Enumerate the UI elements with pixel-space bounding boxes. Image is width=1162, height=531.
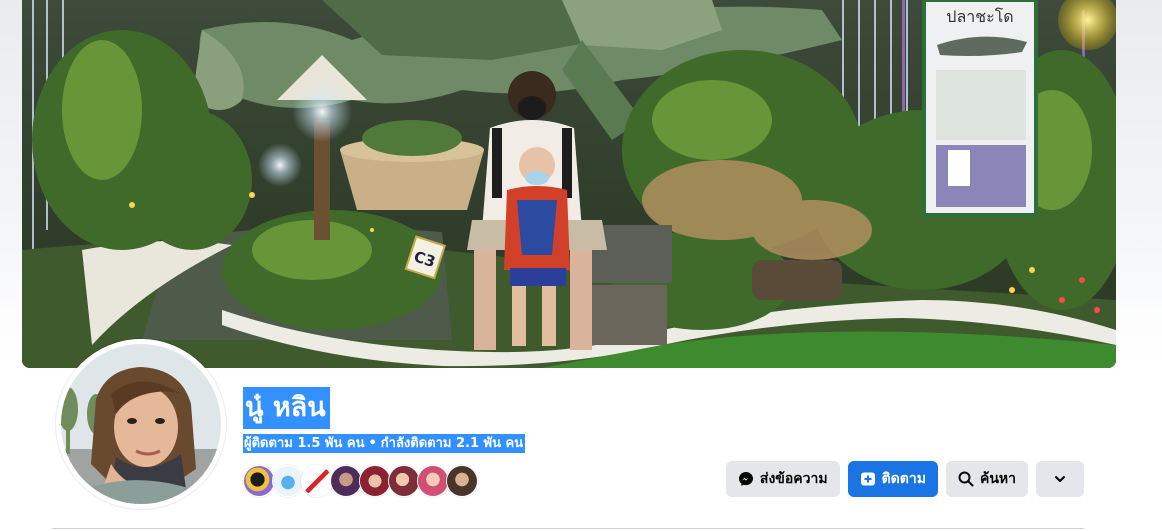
- following-link[interactable]: กำลังติดตาม 2.1 พัน คน: [381, 436, 523, 451]
- messenger-icon: [738, 471, 754, 487]
- follower-avatar[interactable]: [301, 465, 333, 497]
- message-button[interactable]: ส่งข้อความ: [725, 461, 840, 497]
- follower-avatar[interactable]: [446, 465, 478, 497]
- search-label: ค้นหา: [979, 471, 1016, 487]
- follower-avatar[interactable]: [417, 465, 449, 497]
- follower-avatar[interactable]: [359, 465, 391, 497]
- follower-avatar[interactable]: [243, 465, 275, 497]
- stats-separator: •: [368, 436, 377, 451]
- follower-avatar[interactable]: [272, 465, 304, 497]
- follow-plus-icon: [860, 471, 876, 487]
- profile-picture[interactable]: [56, 339, 226, 509]
- follower-avatars: [243, 465, 478, 497]
- cover-photo[interactable]: ปลาชะโด C3: [22, 0, 1116, 368]
- follower-avatar[interactable]: [388, 465, 420, 497]
- message-label: ส่งข้อความ: [759, 471, 828, 487]
- follow-label: ติดตาม: [881, 471, 926, 487]
- follow-button[interactable]: ติดตาม: [847, 461, 938, 497]
- profile-stats: ผู้ติดตาม 1.5 พัน คน • กำลังติดตาม 2.1 พัน…: [243, 434, 526, 453]
- header-divider: [52, 528, 1084, 529]
- chevron-down-icon: [1053, 472, 1067, 486]
- profile-actions: ส่งข้อความ ติดตาม ค้นหา: [725, 461, 1084, 497]
- more-options-button[interactable]: [1036, 461, 1084, 497]
- follower-avatar[interactable]: [330, 465, 362, 497]
- search-icon: [958, 471, 974, 487]
- followers-link[interactable]: ผู้ติดตาม 1.5 พัน คน: [244, 436, 364, 451]
- search-button[interactable]: ค้นหา: [945, 461, 1028, 497]
- profile-name: นู๋ หลิน: [243, 387, 330, 429]
- sign-text: ปลาชะโด: [946, 7, 1013, 26]
- profile-header: ปลาชะโด C3 นู๋ หลิน ผู้ติดตาม 1.5 พัน คน…: [0, 0, 1162, 531]
